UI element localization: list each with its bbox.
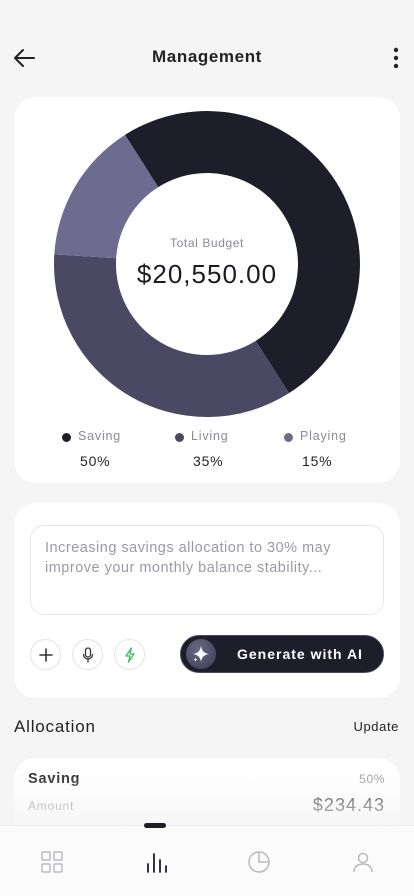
tab-budget[interactable]: [245, 848, 273, 876]
allocation-name: Saving: [28, 771, 81, 787]
total-budget-value: $20,550.00: [136, 259, 278, 289]
ai-suggestion-card: Increasing savings allocation to 30% may…: [14, 503, 400, 698]
more-options-button[interactable]: [384, 42, 408, 74]
pie-chart-icon: [248, 851, 270, 873]
profile-icon: [353, 852, 373, 873]
allocation-percent: 50%: [359, 772, 385, 786]
tab-profile[interactable]: [349, 848, 377, 876]
legend-dot: [175, 433, 184, 442]
more-vertical-icon: [393, 47, 399, 69]
legend-label: Playing: [300, 429, 347, 443]
generate-with-ai-label: Generate with AI: [237, 646, 363, 662]
voice-button[interactable]: [72, 639, 103, 670]
bottom-tab-bar: [0, 823, 414, 896]
page-title: Management: [152, 47, 262, 66]
sparkle-icon: [186, 639, 216, 669]
tab-dashboard[interactable]: [38, 848, 66, 876]
ai-prompt-input[interactable]: Increasing savings allocation to 30% may…: [30, 525, 384, 615]
legend-label: Saving: [78, 429, 122, 443]
microphone-icon: [82, 646, 93, 663]
legend-percent: 50%: [80, 453, 111, 469]
add-button[interactable]: [30, 639, 61, 670]
legend-dot: [62, 433, 71, 442]
budget-chart-card: Total Budget $20,550.00 Saving 50% Livin…: [14, 97, 400, 483]
allocation-section-title: Allocation: [14, 717, 96, 736]
legend-dot: [284, 433, 293, 442]
active-tab-indicator: [144, 823, 166, 828]
generate-with-ai-button[interactable]: Generate with AI: [180, 635, 384, 673]
bar-chart-icon: [147, 853, 167, 873]
grid-icon: [41, 851, 63, 873]
legend-percent: 35%: [193, 453, 224, 469]
quick-action-button[interactable]: [114, 639, 145, 670]
allocation-amount-label: Amount: [28, 799, 75, 813]
plus-icon: [38, 647, 53, 662]
update-link[interactable]: Update: [353, 719, 399, 734]
legend-label: Living: [191, 429, 229, 443]
allocation-amount: $234.43: [312, 795, 385, 815]
chart-legend: Saving 50% Living 35% Playing 15%: [14, 429, 400, 473]
legend-percent: 15%: [302, 453, 333, 469]
lightning-icon: [124, 646, 135, 663]
total-budget-label: Total Budget: [170, 236, 244, 250]
tab-analytics[interactable]: [142, 848, 170, 876]
